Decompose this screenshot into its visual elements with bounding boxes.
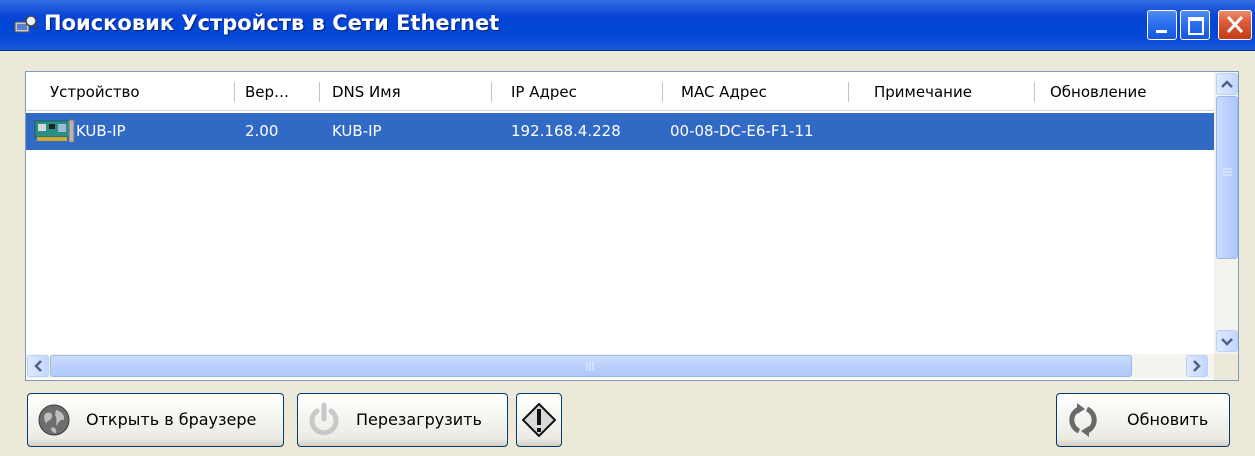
scroll-left-button[interactable] [27, 355, 49, 377]
cell-version: 2.00 [245, 122, 279, 140]
close-button[interactable] [1218, 10, 1252, 40]
cell-mac-address: 00-08-DC-E6-F1-11 [670, 122, 814, 140]
vertical-scrollbar[interactable] [1214, 72, 1238, 354]
exclamation-icon [522, 403, 556, 437]
globe-icon [38, 404, 70, 436]
close-icon [1226, 15, 1244, 34]
horizontal-scrollbar[interactable] [26, 354, 1214, 378]
window-title: Поисковик Устройств в Сети Ethernet [44, 11, 500, 35]
column-divider[interactable] [234, 82, 235, 102]
maximize-icon [1188, 17, 1204, 35]
scroll-right-button[interactable] [1186, 355, 1208, 377]
device-finder-window: Поисковик Устройств в Сети Ethernet Устр… [0, 0, 1255, 456]
cell-device: KUB-IP [76, 122, 126, 140]
table-row[interactable]: KUB-IP 2.00 KUB-IP 192.168.4.228 00-08-D… [26, 113, 1214, 150]
grip-icon [1223, 168, 1232, 176]
cell-dns-name: KUB-IP [332, 122, 382, 140]
minimize-button[interactable] [1147, 10, 1177, 40]
scrollbar-corner [1214, 354, 1238, 380]
vertical-scroll-thumb[interactable] [1216, 96, 1238, 259]
column-header-mac-address[interactable]: MAC Адрес [681, 72, 767, 110]
column-header-version[interactable]: Вер… [245, 72, 289, 110]
scroll-down-button[interactable] [1216, 330, 1238, 352]
chevron-down-icon [1221, 338, 1233, 346]
horizontal-scroll-thumb[interactable] [50, 355, 1132, 377]
chevron-right-icon [1193, 360, 1201, 372]
network-card-icon [34, 119, 75, 143]
restart-button[interactable]: Перезагрузить [297, 393, 508, 447]
column-header-dns-name[interactable]: DNS Имя [332, 72, 401, 110]
open-in-browser-button[interactable]: Открыть в браузере [27, 393, 284, 447]
grip-icon [586, 362, 594, 371]
list-header: Устройство Вер… DNS Имя IP Адрес MAC Адр… [26, 72, 1214, 111]
refresh-icon [1069, 403, 1097, 437]
chevron-up-icon [1221, 80, 1233, 88]
title-bar[interactable]: Поисковик Устройств в Сети Ethernet [0, 0, 1255, 51]
column-divider[interactable] [848, 82, 849, 102]
column-header-ip-address[interactable]: IP Адрес [511, 72, 577, 110]
column-divider[interactable] [319, 82, 320, 102]
column-divider[interactable] [662, 82, 663, 102]
power-icon [309, 402, 339, 436]
restart-label: Перезагрузить [356, 410, 482, 429]
column-divider[interactable] [491, 82, 492, 102]
minimize-icon [1156, 30, 1167, 33]
column-header-update[interactable]: Обновление [1050, 72, 1146, 110]
scroll-up-button[interactable] [1216, 73, 1238, 95]
network-search-icon [14, 15, 38, 33]
column-divider[interactable] [1034, 82, 1035, 102]
open-in-browser-label: Открыть в браузере [86, 410, 257, 429]
refresh-label: Обновить [1127, 410, 1209, 429]
cell-ip-address: 192.168.4.228 [511, 122, 621, 140]
maximize-button[interactable] [1180, 10, 1210, 40]
device-list[interactable]: Устройство Вер… DNS Имя IP Адрес MAC Адр… [25, 71, 1239, 381]
chevron-left-icon [34, 360, 42, 372]
column-header-note[interactable]: Примечание [874, 72, 972, 110]
info-button[interactable] [516, 393, 562, 447]
column-header-device[interactable]: Устройство [50, 72, 140, 110]
refresh-button[interactable]: Обновить [1056, 393, 1230, 447]
